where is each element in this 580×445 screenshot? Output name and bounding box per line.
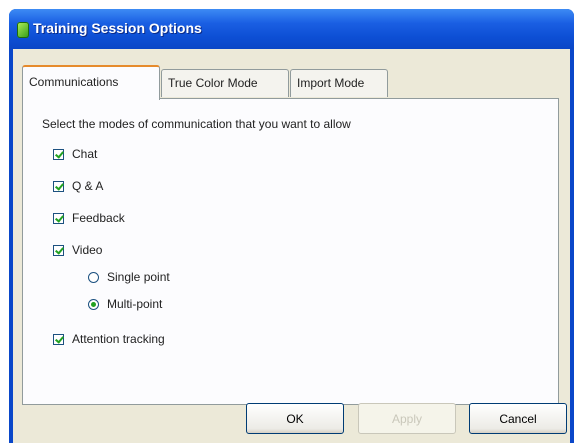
- dialog-window: Training Session Options Communications …: [9, 9, 574, 443]
- title-bar[interactable]: Training Session Options: [9, 9, 574, 49]
- feedback-label: Feedback: [72, 211, 125, 225]
- multi-point-radio-circle[interactable]: [88, 298, 99, 310]
- ok-button[interactable]: OK: [246, 403, 344, 434]
- instruction-text: Select the modes of communication that y…: [42, 117, 351, 131]
- chat-label: Chat: [72, 147, 98, 161]
- app-icon: [17, 22, 29, 38]
- video-checkbox-box[interactable]: [53, 244, 64, 256]
- cancel-button[interactable]: Cancel: [469, 403, 567, 434]
- chat-checkbox[interactable]: Chat: [53, 146, 97, 162]
- attention-tracking-label: Attention tracking: [72, 332, 165, 346]
- feedback-checkbox-box[interactable]: [53, 212, 64, 224]
- communications-panel: Select the modes of communication that y…: [22, 98, 559, 405]
- qa-checkbox-box[interactable]: [53, 180, 64, 192]
- attention-tracking-checkbox[interactable]: Attention tracking: [53, 331, 165, 347]
- single-point-label: Single point: [107, 270, 170, 284]
- dialog-body: Communications True Color Mode Import Mo…: [13, 49, 570, 443]
- attention-tracking-checkbox-box[interactable]: [53, 333, 64, 345]
- multi-point-label: Multi-point: [107, 297, 163, 311]
- multi-point-radio[interactable]: Multi-point: [88, 296, 162, 312]
- qa-label: Q & A: [72, 179, 104, 193]
- tab-import-mode[interactable]: Import Mode: [290, 69, 388, 97]
- qa-checkbox[interactable]: Q & A: [53, 178, 103, 194]
- single-point-radio[interactable]: Single point: [88, 269, 170, 285]
- video-checkbox[interactable]: Video: [53, 242, 102, 258]
- tab-true-color-mode[interactable]: True Color Mode: [161, 69, 289, 97]
- window-title: Training Session Options: [33, 20, 202, 36]
- chat-checkbox-box[interactable]: [53, 148, 64, 160]
- apply-button[interactable]: Apply: [358, 403, 456, 434]
- single-point-radio-circle[interactable]: [88, 271, 99, 283]
- feedback-checkbox[interactable]: Feedback: [53, 210, 125, 226]
- video-label: Video: [72, 243, 103, 257]
- tab-communications[interactable]: Communications: [22, 65, 160, 100]
